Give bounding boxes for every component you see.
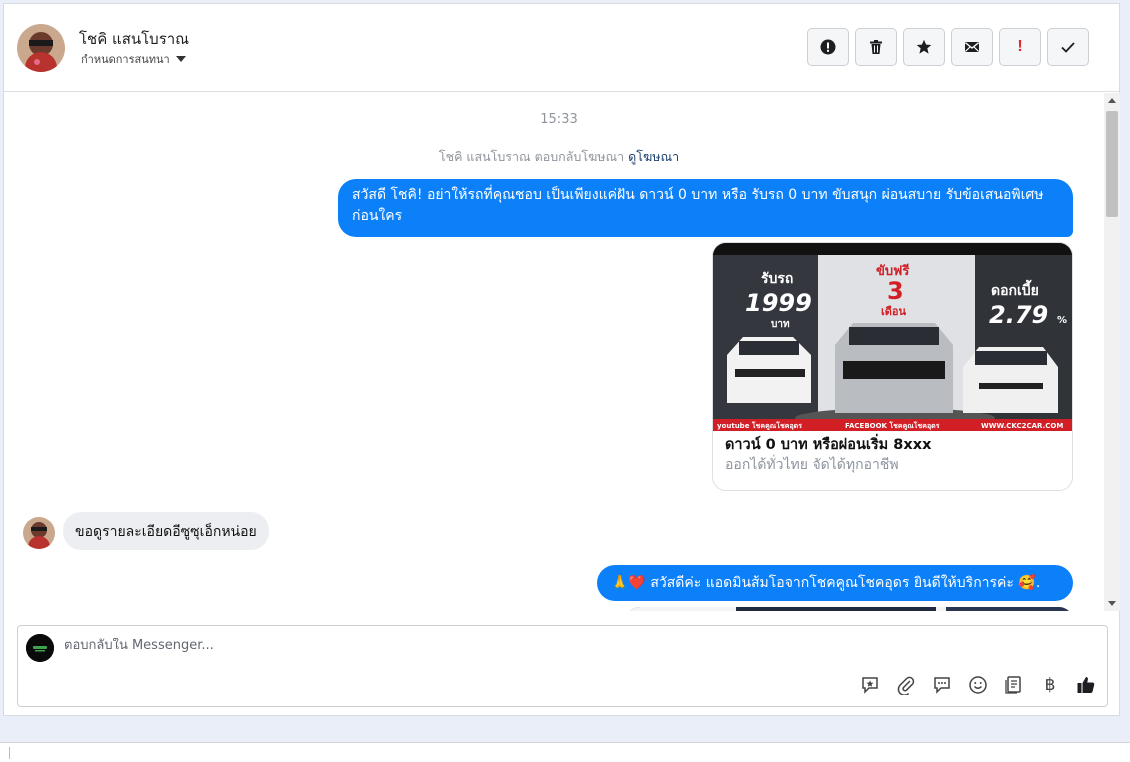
alert-circle-icon	[820, 39, 836, 55]
promo-footer-left: youtube โชคคูณโชคอุดร	[717, 421, 802, 431]
thread-scrollbar[interactable]	[1104, 93, 1120, 611]
ad-image: รับรถ 1999 บาท ขับฟรี 3 เดือน ดอกเบี้ย 2…	[713, 243, 1072, 431]
mark-unread-button[interactable]	[951, 28, 993, 66]
reply-composer: ฿	[17, 625, 1108, 707]
sticker-book-icon[interactable]	[1003, 674, 1025, 696]
baht-icon[interactable]: ฿	[1039, 674, 1061, 696]
outgoing-message: 🙏❤️ สวัสดีค่ะ แอดมินส้มโอจากโชคคูณโชคอุด…	[597, 565, 1073, 601]
ad-card-subtitle: ออกได้ทั่วไทย จัดได้ทุกอาชีพ	[725, 457, 899, 473]
mark-done-button[interactable]	[1047, 28, 1089, 66]
check-icon	[1061, 42, 1075, 53]
attachment-image	[626, 607, 1073, 611]
promo-footer-mid: FACEBOOK โชคคูณโชคอุดร	[845, 421, 940, 431]
reply-input[interactable]	[64, 638, 564, 653]
scroll-up-arrow-icon[interactable]	[1108, 98, 1116, 103]
chevron-down-icon	[175, 56, 186, 62]
assign-label: กำหนดการสนทนา	[81, 53, 170, 66]
emoji-icon[interactable]	[967, 674, 989, 696]
message-thread[interactable]: 15:33 โชคิ แสนโบราณ ตอบกลับโฆษณา ดูโฆษณา…	[4, 93, 1104, 611]
conversation-header: โชคิ แสนโบราณ กำหนดการสนทนา !	[4, 4, 1119, 92]
chat-bubble-icon[interactable]	[931, 674, 953, 696]
promo-left-top: รับรถ	[761, 271, 793, 287]
thread-timestamp: 15:33	[540, 112, 578, 127]
scrollbar-thumb[interactable]	[1106, 111, 1118, 217]
ad-reply-notice: โชคิ แสนโบราณ ตอบกลับโฆษณา ดูโฆษณา	[4, 147, 1104, 167]
baht-glyph: ฿	[1044, 675, 1056, 695]
messenger-panel: โชคิ แสนโบราณ กำหนดการสนทนา ! 15:33 โชคิ…	[3, 3, 1120, 716]
image-attachment[interactable]	[626, 607, 1073, 611]
promo-right-unit: %	[1057, 315, 1067, 326]
ad-card-title: ดาวน์ 0 บาท หรือผ่อนเริ่ม 8xxx	[725, 437, 932, 453]
promo-right-big: 2.79	[989, 301, 1048, 329]
scroll-down-arrow-icon[interactable]	[1108, 601, 1116, 606]
star-icon	[916, 39, 932, 54]
assign-conversation-dropdown[interactable]: กำหนดการสนทนา	[81, 50, 186, 68]
exclamation-icon: !	[1017, 38, 1023, 55]
view-ad-link[interactable]: ดูโฆษณา	[628, 149, 679, 164]
report-button[interactable]	[807, 28, 849, 66]
trash-icon	[870, 40, 882, 54]
contact-avatar-small	[23, 517, 55, 549]
attachment-icon[interactable]	[895, 674, 917, 696]
promo-footer-right: WWW.CKC2CAR.COM	[981, 422, 1063, 430]
promo-mid-big: 3	[887, 277, 904, 305]
incoming-message: ขอดูรายละเอียดอีซูซุเอ็กหน่อย	[63, 512, 269, 550]
divider	[9, 747, 10, 759]
bottom-bar	[0, 742, 1130, 762]
ad-card[interactable]: รับรถ 1999 บาท ขับฟรี 3 เดือน ดอกเบี้ย 2…	[712, 242, 1073, 491]
page-avatar	[26, 634, 54, 662]
envelope-icon	[965, 42, 979, 52]
promo-left-big: 1999	[745, 289, 812, 317]
contact-avatar[interactable]	[17, 24, 65, 72]
star-button[interactable]	[903, 28, 945, 66]
ad-reply-text: โชคิ แสนโบราณ ตอบกลับโฆษณา	[438, 149, 625, 164]
saved-reply-icon[interactable]	[859, 674, 881, 696]
thumbs-up-icon[interactable]	[1075, 674, 1097, 696]
outgoing-message: สวัสดี โชคิ! อย่าให้รถที่คุณชอบ เป็นเพีย…	[338, 179, 1073, 237]
header-actions: !	[807, 28, 1089, 66]
contact-name[interactable]: โชคิ แสนโบราณ	[79, 27, 189, 51]
promo-left-unit: บาท	[771, 319, 790, 330]
spam-button[interactable]: !	[999, 28, 1041, 66]
composer-tools: ฿	[859, 674, 1097, 696]
promo-mid-unit: เดือน	[881, 305, 907, 318]
delete-button[interactable]	[855, 28, 897, 66]
